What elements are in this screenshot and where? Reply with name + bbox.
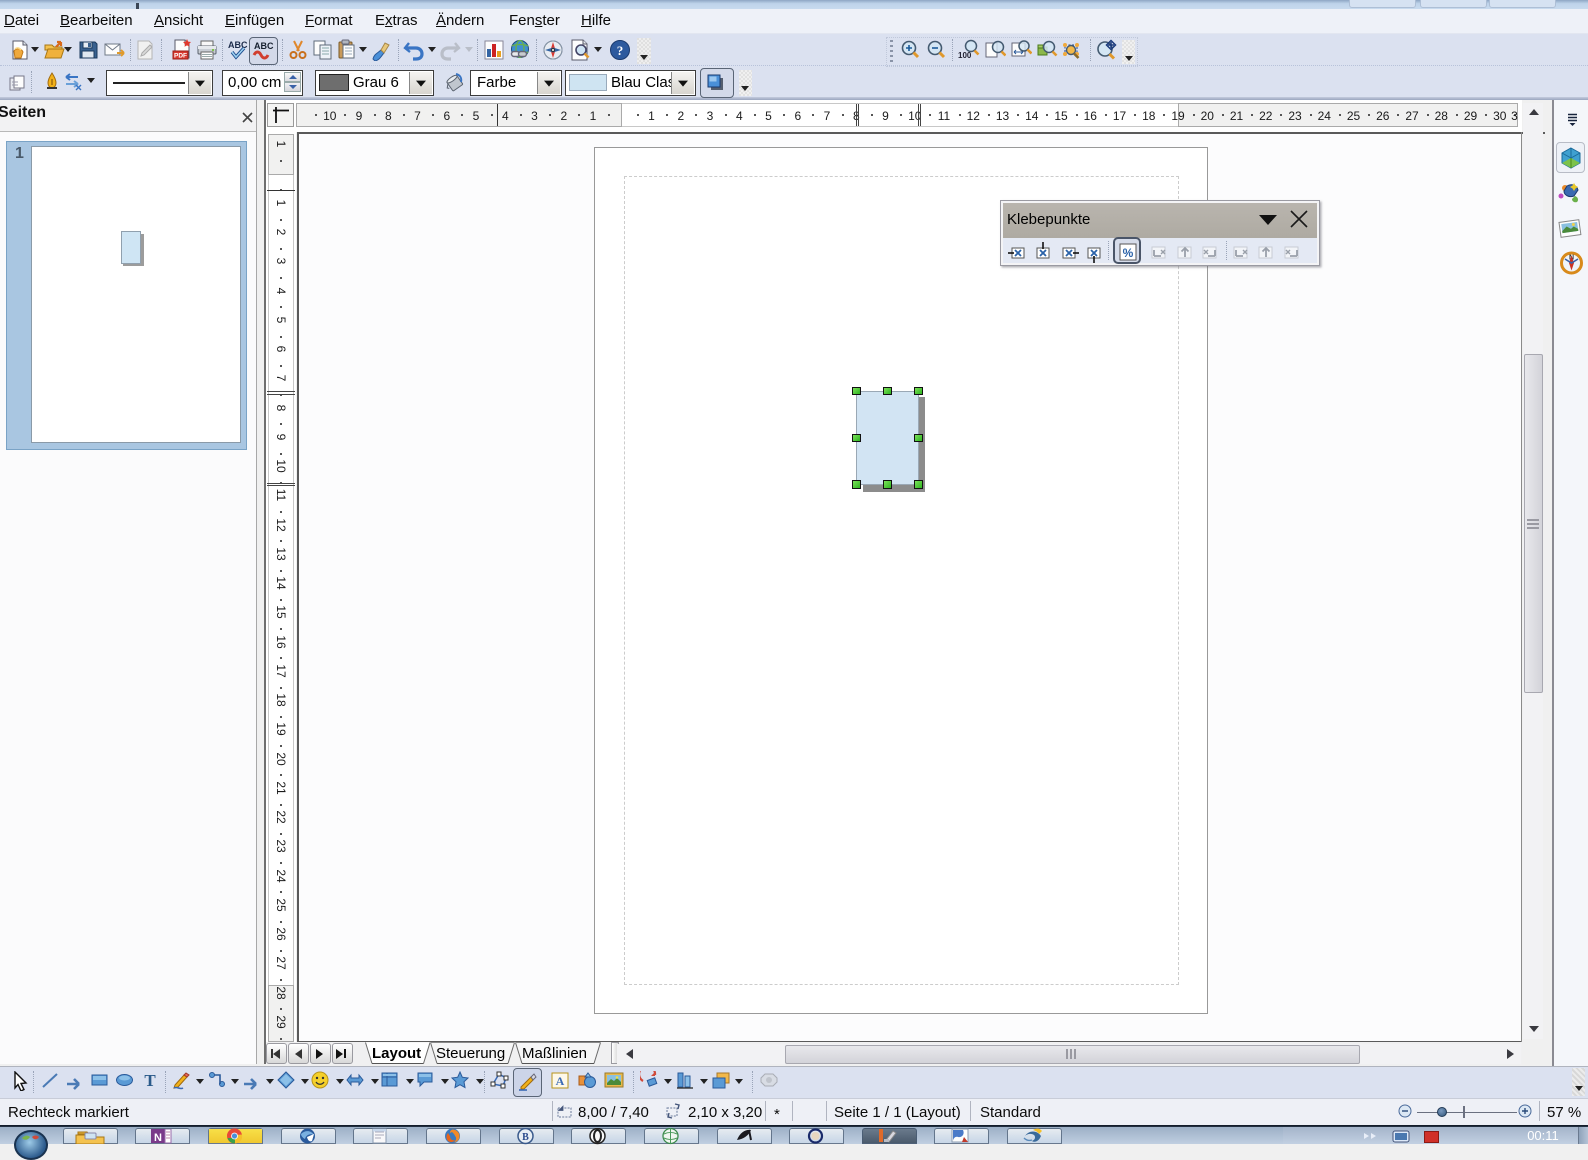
svg-text:100: 100 — [958, 51, 972, 60]
svg-text:N: N — [154, 1132, 162, 1144]
svg-text:PDF: PDF — [174, 53, 187, 60]
svg-text:A: A — [556, 1074, 565, 1088]
svg-text:T: T — [144, 1071, 156, 1089]
svg-text:%: % — [1122, 246, 1133, 260]
svg-text:ABC: ABC — [228, 40, 248, 50]
svg-text:ABC: ABC — [254, 41, 274, 51]
svg-text:?: ? — [617, 43, 624, 58]
svg-text:B: B — [522, 1132, 529, 1143]
